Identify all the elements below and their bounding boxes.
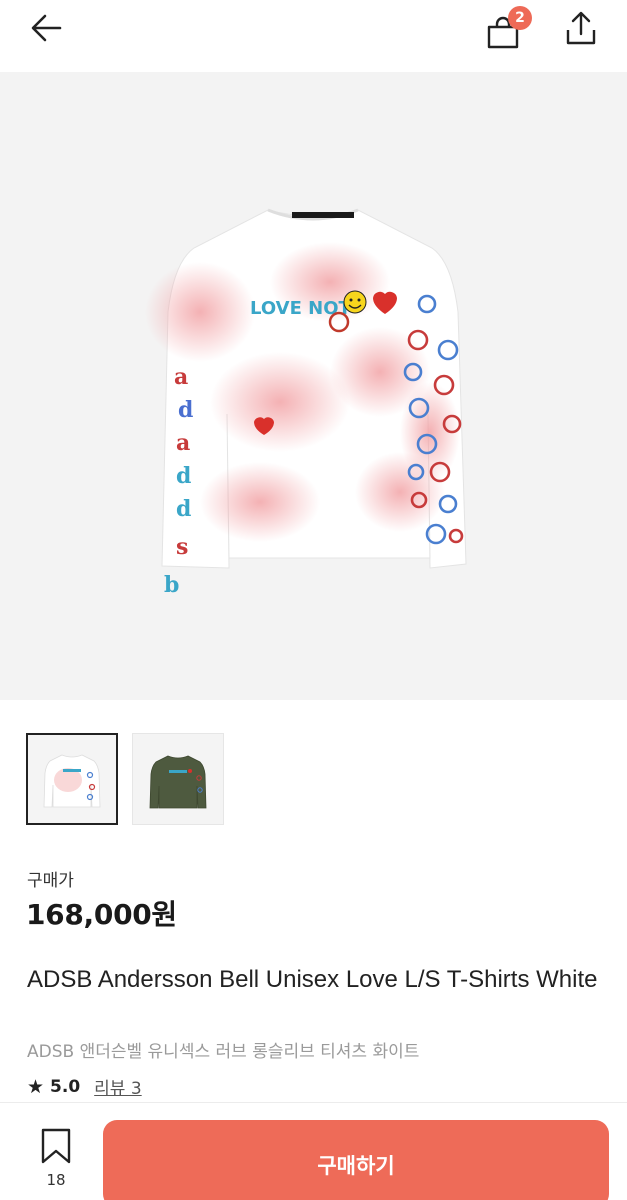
share-button[interactable]	[558, 6, 604, 50]
review-link[interactable]: 리뷰 3	[94, 1074, 142, 1099]
svg-text:d: d	[178, 397, 193, 423]
back-button[interactable]	[22, 8, 70, 48]
khaki-tshirt-thumbnail	[149, 755, 207, 809]
buy-button[interactable]: 구매하기	[103, 1120, 609, 1200]
love-not-graphic-text: LOVE NOT	[250, 298, 352, 319]
share-icon	[566, 11, 596, 45]
cart-count-badge: 2	[508, 6, 532, 30]
cart-button[interactable]: 2	[480, 6, 532, 50]
thumbnail-strip	[26, 733, 224, 825]
thumbnail-white[interactable]	[26, 733, 118, 825]
product-image[interactable]: LOVE NOT a d a d d s b	[0, 72, 627, 700]
svg-text:a: a	[174, 364, 188, 390]
product-title-english: ADSB Andersson Bell Unisex Love L/S T-Sh…	[27, 966, 598, 993]
svg-text:b: b	[164, 572, 179, 598]
product-title-korean: ADSB 앤더슨벨 유니섹스 러브 롱슬리브 티셔츠 화이트	[27, 1042, 420, 1062]
svg-text:s: s	[176, 534, 188, 560]
svg-text:a: a	[176, 430, 190, 456]
arrow-left-icon	[31, 14, 62, 42]
bookmark-icon	[41, 1128, 71, 1164]
svg-text:d: d	[176, 463, 191, 489]
product-price: 168,000원	[26, 898, 177, 931]
top-bar: 2	[0, 0, 627, 72]
star-icon: ★	[27, 1075, 45, 1098]
tshirt-illustration: LOVE NOT a d a d d s b	[145, 208, 467, 598]
wishlist-count: 18	[46, 1171, 66, 1189]
thumbnail-khaki[interactable]	[132, 733, 224, 825]
wishlist-button[interactable]: 18	[30, 1127, 82, 1197]
svg-text:d: d	[176, 496, 191, 522]
price-label: 구매가	[27, 871, 74, 891]
rating-row: ★ 5.0 리뷰 3	[27, 1074, 142, 1100]
white-tshirt-thumbnail	[43, 754, 101, 808]
bottom-action-bar: 18 구매하기	[0, 1102, 627, 1200]
rating-value: 5.0	[50, 1076, 81, 1097]
